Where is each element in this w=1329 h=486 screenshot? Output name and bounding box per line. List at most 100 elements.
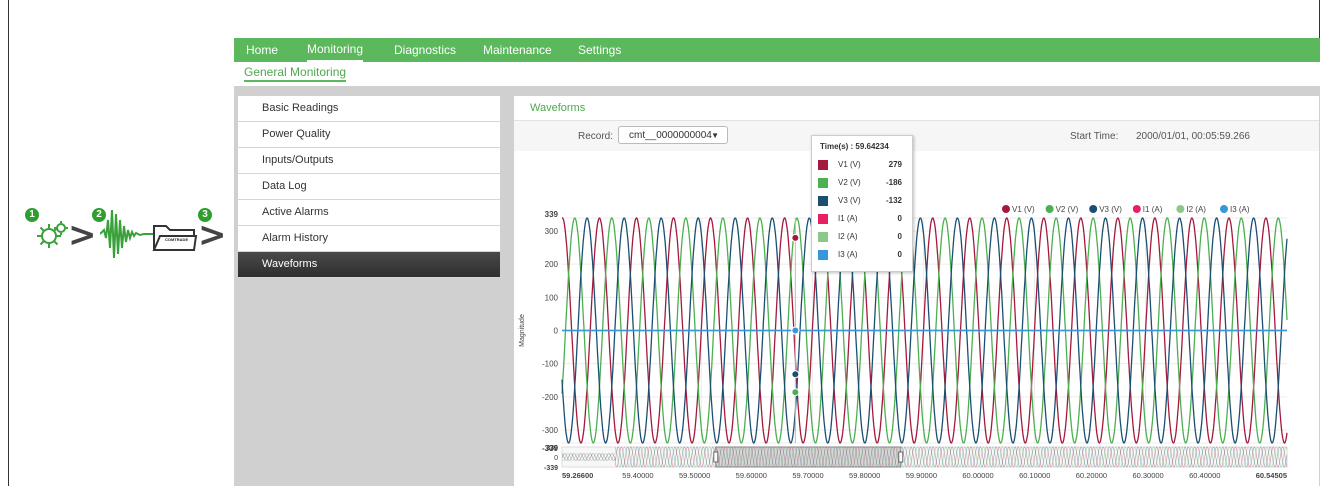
tooltip-swatch (818, 232, 828, 242)
tooltip-series-value: 279 (888, 160, 902, 169)
legend-marker (1002, 205, 1010, 213)
tooltip-row: I2 (A) 0 (818, 231, 906, 243)
legend-marker (1089, 205, 1098, 213)
tooltip-series-name: I3 (A) (838, 250, 858, 259)
navigator-handle-right (898, 451, 904, 463)
sidebar-item-alarm-history[interactable]: Alarm History (238, 226, 500, 252)
waveform-toolbar: Record: cmt__0000000004 ▼ Start Time: 20… (514, 121, 1319, 151)
cursor-marker (791, 233, 800, 242)
navigator-y-tick: 339 (546, 445, 558, 452)
nav-maintenance[interactable]: Maintenance (483, 38, 552, 62)
folder-icon (152, 225, 198, 251)
navigator-y-tick: -339 (544, 465, 558, 472)
navigator-x-tick: 60.54505 (1256, 471, 1287, 480)
tooltip-title: Time(s) : 59.64234 (820, 142, 889, 151)
chevron-right-icon-2: > (198, 215, 227, 255)
y-axis-title: Magnitude (519, 314, 526, 347)
tooltip-series-value: 0 (897, 214, 902, 223)
navigator-y-tick: 0 (554, 455, 558, 462)
tooltip-swatch (818, 160, 828, 170)
sidebar-item-inputs-outputs[interactable]: Inputs/Outputs (238, 148, 500, 174)
legend-label: V2 (V) (1056, 205, 1079, 214)
caret-down-icon: ▼ (711, 131, 719, 140)
legend-marker (1045, 205, 1054, 213)
tooltip-row: V1 (V) 279 (818, 159, 906, 171)
comtrade-file-label: COMTRADE (165, 237, 189, 242)
y-tick-label: -200 (542, 393, 559, 402)
nav-diagnostics[interactable]: Diagnostics (394, 38, 456, 62)
waveform-icon (100, 209, 160, 259)
tooltip-series-name: I2 (A) (838, 232, 858, 241)
app-window: Home Monitoring Diagnostics Maintenance … (234, 38, 1320, 486)
cursor-marker (791, 326, 800, 335)
record-select[interactable]: cmt__0000000004 ▼ (618, 126, 728, 144)
legend-label: I3 (A) (1230, 205, 1250, 214)
tooltip-series-name: I1 (A) (838, 214, 858, 223)
tooltip-series-name: V2 (V) (838, 178, 861, 187)
tooltip-swatch (818, 250, 828, 260)
navigator-x-tick: 59.26600 (562, 471, 593, 480)
chart-tooltip: Time(s) : 59.64234 V1 (V) 279 V2 (V) -18… (811, 135, 913, 272)
legend-label: V3 (V) (1099, 205, 1122, 214)
y-tick-label: -300 (542, 426, 559, 435)
start-time-label: Start Time: (1070, 131, 1119, 142)
tooltip-row: V2 (V) -186 (818, 177, 906, 189)
y-tick-label: 0 (554, 327, 559, 336)
tooltip-row: I1 (A) 0 (818, 213, 906, 225)
y-tick-label: -100 (542, 360, 559, 369)
tooltip-series-value: 0 (897, 250, 902, 259)
start-time-value: 2000/01/01, 00:05:59.266 (1136, 131, 1250, 142)
navigator-x-tick: 59.90000 (906, 471, 937, 480)
navigator-x-tick: 60.40000 (1189, 471, 1220, 480)
chevron-right-icon-1: > (68, 215, 97, 255)
tooltip-series-name: V3 (V) (838, 196, 861, 205)
nav-settings[interactable]: Settings (578, 38, 621, 62)
sub-navigation: General Monitoring (234, 62, 1320, 86)
navigator-x-tick: 59.60000 (736, 471, 767, 480)
nav-home[interactable]: Home (246, 38, 278, 62)
legend-marker (1176, 205, 1185, 213)
legend-marker (1132, 205, 1141, 213)
sidebar-item-basic-readings[interactable]: Basic Readings (238, 96, 500, 122)
cursor-marker (791, 370, 800, 379)
subnav-general-monitoring[interactable]: General Monitoring (244, 65, 347, 82)
steps-illustration: 1 2 3 > COMTRADE > (22, 200, 232, 270)
top-navigation: Home Monitoring Diagnostics Maintenance … (234, 38, 1320, 62)
panel-title: Waveforms (530, 102, 586, 114)
legend-label: V1 (V) (1012, 205, 1035, 214)
record-label: Record: (578, 131, 614, 142)
y-tick-label: 100 (545, 293, 559, 302)
navigator-x-tick: 60.30000 (1132, 471, 1163, 480)
legend-label: I2 (A) (1186, 205, 1206, 214)
navigator-selection (715, 446, 902, 468)
legend-marker (1220, 205, 1228, 213)
tooltip-series-name: V1 (V) (838, 160, 861, 169)
sidebar-item-power-quality[interactable]: Power Quality (238, 122, 500, 148)
tooltip-series-value: -186 (885, 178, 902, 187)
cursor-marker (791, 388, 800, 397)
navigator-x-tick: 60.00000 (962, 471, 993, 480)
tooltip-row: V3 (V) -132 (818, 195, 906, 207)
y-tick-label: 339 (545, 210, 559, 219)
sidebar-item-waveforms[interactable]: Waveforms (238, 252, 500, 278)
legend-label: I1 (A) (1143, 205, 1163, 214)
waveforms-panel: Waveforms Record: cmt__0000000004 ▼ Star… (514, 96, 1319, 486)
waveform-chart[interactable]: 3393002001000-100-200-300-33959.5373159.… (514, 151, 1319, 486)
navigator-x-tick: 59.70000 (792, 471, 823, 480)
record-select-value: cmt__0000000004 (629, 130, 712, 141)
sidebar-item-active-alarms[interactable]: Active Alarms (238, 200, 500, 226)
navigator-x-tick: 60.10000 (1019, 471, 1050, 480)
navigator-x-tick: 59.40000 (622, 471, 653, 480)
tooltip-row: I3 (A) 0 (818, 249, 906, 261)
sidebar-item-data-log[interactable]: Data Log (238, 174, 500, 200)
tooltip-swatch (818, 214, 828, 224)
navigator-handle-left (713, 451, 719, 463)
navigator-x-tick: 59.80000 (849, 471, 880, 480)
navigator-x-tick: 59.50000 (679, 471, 710, 480)
tooltip-series-value: -132 (885, 196, 902, 205)
y-tick-label: 200 (545, 260, 559, 269)
nav-monitoring[interactable]: Monitoring (307, 38, 364, 62)
settings-gear-icon (37, 221, 68, 248)
tooltip-swatch (818, 178, 828, 188)
navigator-x-tick: 60.20000 (1076, 471, 1107, 480)
